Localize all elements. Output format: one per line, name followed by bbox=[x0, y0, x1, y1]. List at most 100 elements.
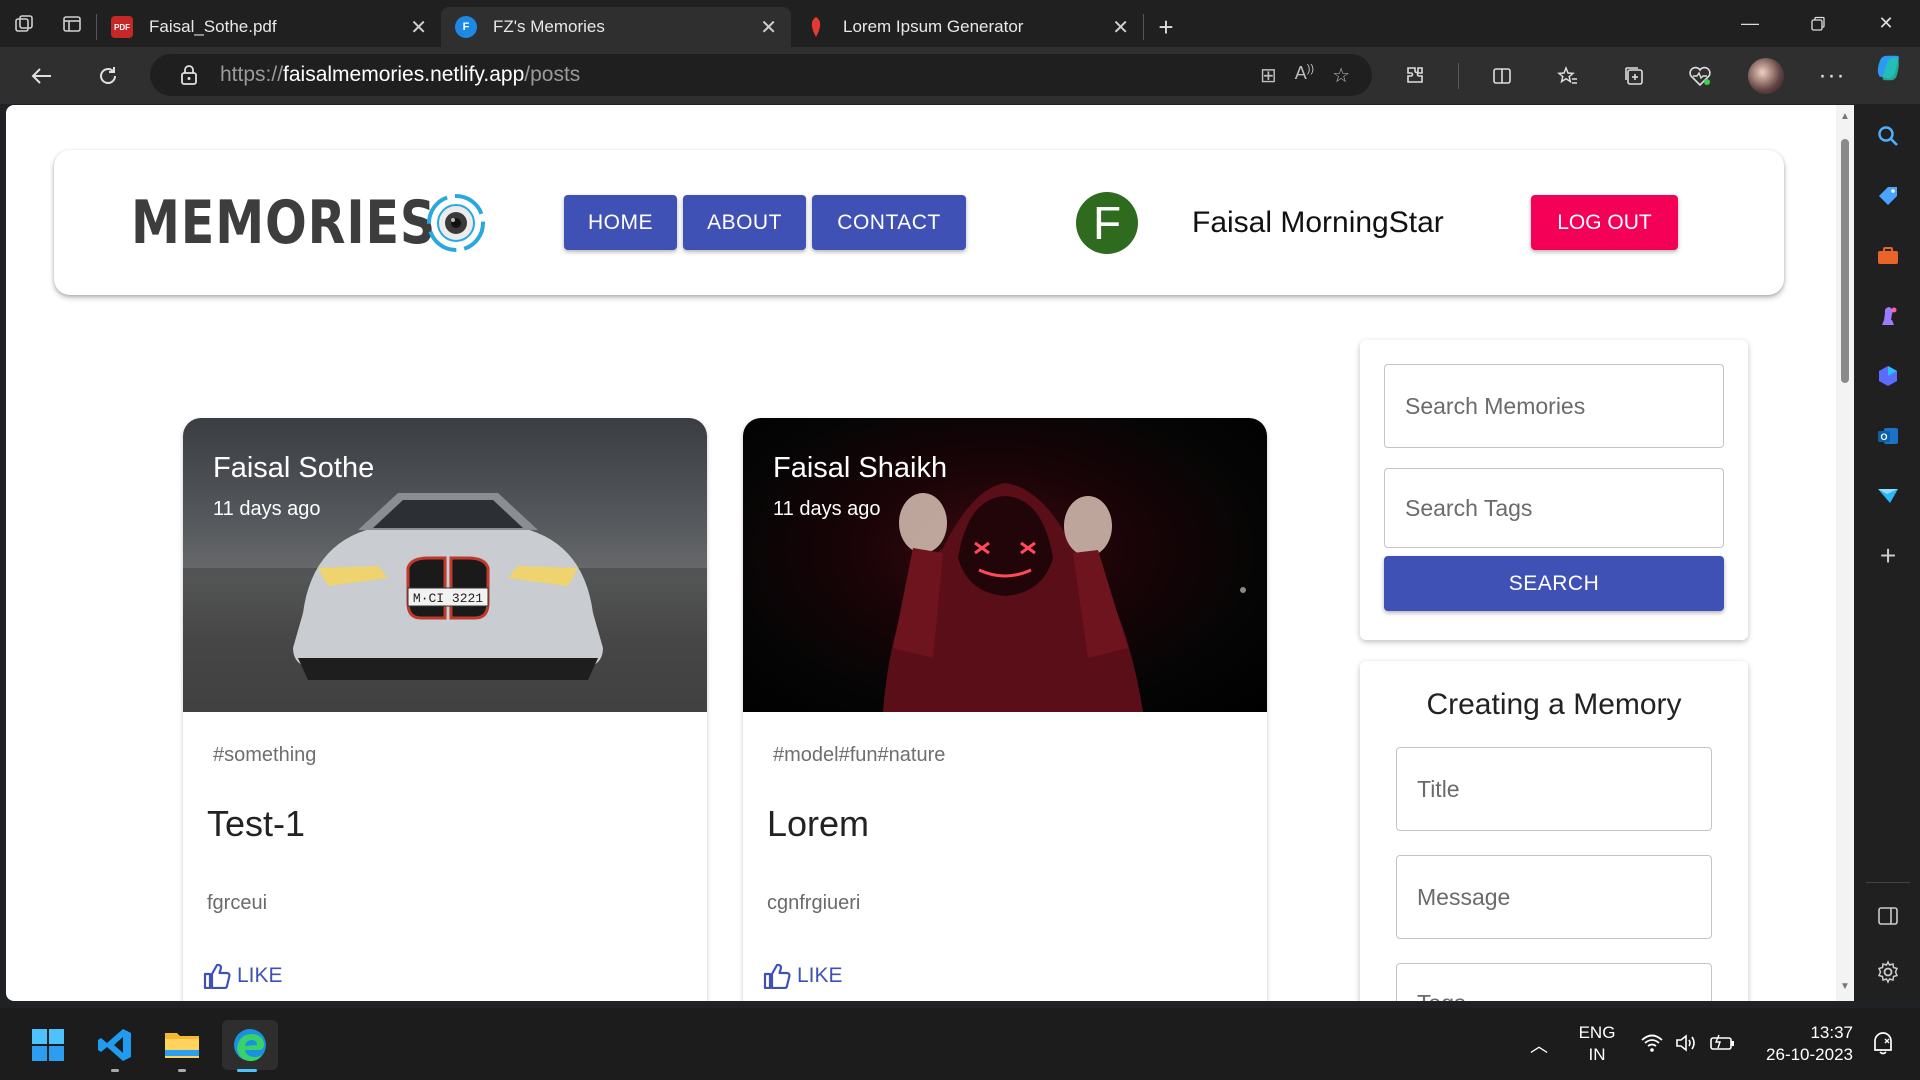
logout-button[interactable]: LOG OUT bbox=[1531, 195, 1678, 250]
nav-home-button[interactable]: HOME bbox=[564, 195, 677, 250]
volume-icon bbox=[1676, 1034, 1695, 1052]
region-code: IN bbox=[1588, 1045, 1606, 1064]
search-button[interactable]: SEARCH bbox=[1384, 556, 1724, 611]
microsoft365-icon[interactable] bbox=[1872, 360, 1904, 392]
tab-actions-icon[interactable] bbox=[48, 0, 96, 47]
post-time: 11 days ago bbox=[773, 498, 881, 520]
workspaces-icon[interactable] bbox=[0, 0, 48, 47]
collections-icon[interactable] bbox=[1611, 54, 1657, 98]
shopping-tag-icon[interactable] bbox=[1872, 180, 1904, 212]
browser-tabstrip: PDF Faisal_Sothe.pdf ✕ F FZ's Memories ✕… bbox=[0, 0, 1920, 47]
clock-date: 26-10-2023 bbox=[1766, 1045, 1853, 1064]
app-bar: MEMORIES HOME ABOUT CONTACT F Faisal Mor… bbox=[54, 150, 1784, 295]
file-explorer-icon[interactable] bbox=[157, 1020, 207, 1072]
start-windows-icon[interactable] bbox=[23, 1020, 73, 1070]
games-chess-icon[interactable] bbox=[1872, 300, 1904, 332]
post-author: Faisal Shaikh bbox=[773, 452, 948, 484]
refresh-icon[interactable] bbox=[86, 54, 130, 98]
close-icon[interactable]: ✕ bbox=[400, 15, 427, 40]
profile-avatar[interactable] bbox=[1743, 54, 1789, 98]
search-tags-input[interactable]: Search Tags bbox=[1384, 468, 1724, 548]
tab-lorem[interactable]: Lorem Ipsum Generator ✕ bbox=[791, 7, 1143, 47]
tab-memories[interactable]: F FZ's Memories ✕ bbox=[441, 7, 791, 47]
nav-contact-button[interactable]: CONTACT bbox=[812, 195, 966, 250]
back-icon[interactable] bbox=[20, 54, 64, 98]
omnibox-actions: ⊞ A)) ☆ bbox=[1260, 63, 1350, 88]
language-code: ENG bbox=[1578, 1023, 1616, 1042]
drop-send-icon[interactable] bbox=[1872, 480, 1904, 512]
post-card: Faisal Shaikh 11 days ago #model#fun#nat… bbox=[743, 418, 1267, 1001]
tab-title: Lorem Ipsum Generator bbox=[843, 17, 1024, 36]
read-aloud-icon[interactable]: A)) bbox=[1295, 63, 1314, 88]
create-memory-heading: Creating a Memory bbox=[1426, 688, 1682, 721]
page-viewport: MEMORIES HOME ABOUT CONTACT F Faisal Mor… bbox=[6, 105, 1854, 1001]
running-indicator bbox=[111, 1069, 119, 1072]
url-host: faisalmemories.netlify.app bbox=[283, 63, 525, 86]
post-title: Lorem bbox=[767, 803, 870, 844]
user-avatar[interactable]: F bbox=[1076, 192, 1138, 254]
like-button[interactable]: LIKE bbox=[203, 963, 283, 989]
close-icon[interactable]: ✕ bbox=[1102, 15, 1129, 40]
browser-toolbar: https://faisalmemories.netlify.app/posts… bbox=[0, 47, 1920, 104]
favorite-star-icon[interactable]: ☆ bbox=[1332, 63, 1350, 88]
settings-gear-icon[interactable] bbox=[1872, 956, 1904, 988]
copilot-icon[interactable] bbox=[1872, 52, 1904, 84]
notifications-icon[interactable] bbox=[1870, 1030, 1896, 1061]
post-tags: #model#fun#nature bbox=[773, 744, 946, 766]
scroll-up-icon[interactable]: ▲ bbox=[1840, 111, 1850, 122]
input-language[interactable]: ENG IN bbox=[1578, 1022, 1616, 1066]
clock-time: 13:37 bbox=[1810, 1023, 1853, 1042]
browser-essentials-icon[interactable] bbox=[1677, 54, 1723, 98]
like-button[interactable]: LIKE bbox=[763, 963, 843, 989]
app-available-icon[interactable]: ⊞ bbox=[1260, 63, 1277, 88]
profile-photo bbox=[1748, 57, 1784, 94]
add-sidebar-app-icon[interactable]: + bbox=[1872, 540, 1904, 572]
outlook-icon[interactable]: O bbox=[1872, 420, 1904, 452]
split-screen-icon[interactable] bbox=[1479, 54, 1525, 98]
lock-icon[interactable] bbox=[178, 64, 200, 86]
vscode-app-icon[interactable] bbox=[90, 1020, 140, 1072]
memories-logo-icon bbox=[427, 194, 485, 252]
post-card: M·CI 3221 Faisal Sothe 11 days ago #some… bbox=[183, 418, 707, 1001]
search-memories-input[interactable]: Search Memories bbox=[1384, 364, 1724, 448]
search-panel: Search Memories Search Tags SEARCH bbox=[1360, 340, 1748, 640]
minimize-icon[interactable]: — bbox=[1716, 0, 1784, 47]
tools-briefcase-icon[interactable] bbox=[1872, 240, 1904, 272]
create-memory-panel: Creating a Memory Title Message Tags bbox=[1360, 661, 1748, 1001]
favorites-icon[interactable] bbox=[1545, 54, 1591, 98]
post-image-car[interactable]: M·CI 3221 Faisal Sothe 11 days ago bbox=[183, 418, 707, 712]
pdf-icon: PDF bbox=[111, 16, 133, 38]
more-menu-icon[interactable]: ··· bbox=[1809, 54, 1855, 98]
restore-icon[interactable] bbox=[1784, 0, 1852, 47]
scroll-thumb[interactable] bbox=[1841, 139, 1849, 383]
close-icon[interactable]: ✕ bbox=[750, 15, 777, 40]
system-tray[interactable] bbox=[1640, 1032, 1736, 1054]
search-icon[interactable] bbox=[1872, 120, 1904, 152]
hide-sidebar-icon[interactable] bbox=[1872, 900, 1904, 932]
new-tab-button[interactable]: + bbox=[1144, 7, 1188, 47]
tab-pdf[interactable]: PDF Faisal_Sothe.pdf ✕ bbox=[97, 7, 441, 47]
tags-input[interactable]: Tags bbox=[1396, 963, 1712, 1001]
active-indicator bbox=[237, 1069, 257, 1072]
window-close-icon[interactable]: ✕ bbox=[1852, 0, 1920, 47]
extensions-icon[interactable] bbox=[1392, 54, 1438, 98]
title-input[interactable]: Title bbox=[1396, 747, 1712, 831]
clock[interactable]: 13:37 26-10-2023 bbox=[1755, 1022, 1853, 1066]
scroll-down-icon[interactable]: ▼ bbox=[1840, 981, 1850, 992]
post-time: 11 days ago bbox=[213, 498, 321, 520]
site-favicon-icon: F bbox=[455, 16, 477, 38]
like-label: LIKE bbox=[237, 964, 283, 987]
address-bar[interactable]: https://faisalmemories.netlify.app/posts… bbox=[150, 54, 1372, 96]
window-controls: — ✕ bbox=[1716, 0, 1920, 47]
post-message: fgrceui bbox=[207, 892, 268, 914]
nav-about-button[interactable]: ABOUT bbox=[683, 195, 806, 250]
message-input[interactable]: Message bbox=[1396, 855, 1712, 939]
post-image-hoodie[interactable]: Faisal Shaikh 11 days ago bbox=[743, 418, 1267, 712]
show-hidden-icons-chevron-icon[interactable]: ︿ bbox=[1530, 1032, 1548, 1058]
svg-text:O: O bbox=[1880, 432, 1887, 442]
page-scrollbar[interactable]: ▲ ▼ bbox=[1836, 105, 1854, 1001]
sidebar-divider bbox=[1866, 882, 1910, 883]
post-tags: #something bbox=[213, 744, 317, 766]
brand-title[interactable]: MEMORIES bbox=[131, 188, 436, 258]
edge-app-icon[interactable] bbox=[222, 1020, 278, 1072]
